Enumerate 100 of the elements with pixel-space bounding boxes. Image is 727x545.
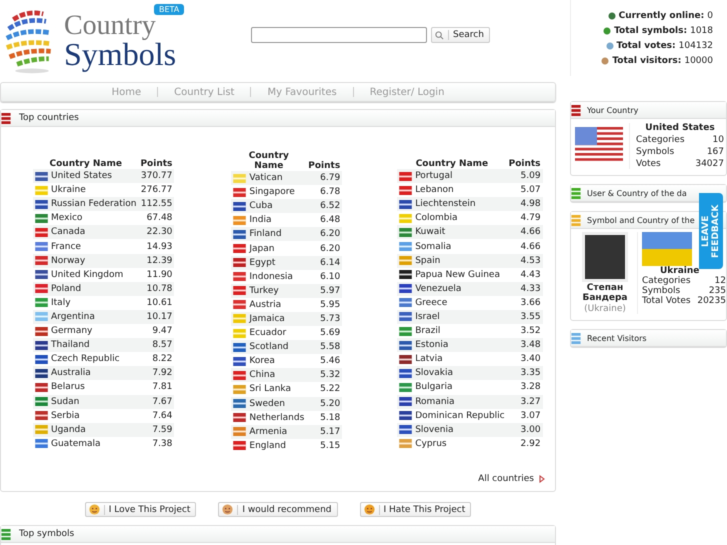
points-cell: 5.07 (506, 183, 543, 198)
stripes-icon (1, 112, 11, 124)
country-name: Scotland (249, 342, 289, 352)
points-cell: 22.30 (138, 225, 174, 240)
country-name: United States (51, 171, 112, 182)
country-name: India (249, 215, 272, 226)
country-name: Netherlands (249, 412, 304, 423)
action-button[interactable]: I Love This Project (84, 502, 196, 517)
points-cell: 7.92 (138, 366, 174, 380)
points-cell: 10.78 (138, 282, 174, 296)
points-cell: 4.66 (506, 225, 543, 240)
country-name: Estonia (415, 340, 448, 350)
smiley-icon (88, 504, 100, 515)
country-name: Japan (249, 244, 274, 254)
points-cell: 3.40 (506, 352, 543, 366)
country-name: Romania (415, 396, 455, 407)
points-cell: 3.55 (506, 310, 543, 324)
country-name: Australia (51, 368, 91, 378)
stat-value: 0 (707, 10, 713, 20)
country-name: Liechtenstein (415, 199, 476, 210)
points-cell: 4.98 (506, 197, 543, 212)
points-cell: 5.20 (306, 396, 342, 411)
stat-label: Votes (636, 159, 661, 169)
country-name: Slovenia (415, 424, 454, 435)
column-header: Points (139, 158, 174, 169)
points-cell-text: 6.20 (319, 242, 342, 256)
country-name: Ecuador (249, 328, 286, 338)
stat-label: Currently online: (618, 10, 704, 20)
country-name: Serbia (51, 410, 80, 421)
action-button[interactable]: I Hate This Project (360, 502, 472, 517)
country-name: Argentina (51, 312, 95, 322)
stripes-icon (571, 332, 581, 344)
stat-label: Symbols (636, 147, 674, 157)
stat-label: Total symbols: (614, 26, 688, 36)
search-field[interactable] (251, 27, 427, 43)
panel-title: Symbol and Country of the (587, 216, 695, 224)
country-name: Cyprus (415, 438, 447, 449)
country-name: Mexico (51, 213, 82, 224)
stat-label: Total visitors: (612, 56, 682, 66)
country-name: Bulgaria (415, 382, 453, 392)
country-name: Ukraine (659, 266, 700, 276)
stat-label: Total Votes (642, 296, 691, 306)
panel-title: Recent Visitors (587, 334, 647, 342)
panel-title: Top countries (19, 113, 79, 123)
country-name: Dominican Republic (415, 410, 505, 421)
country-name: Greece (415, 298, 448, 308)
country-name: Jamaica (249, 314, 285, 324)
country-name: Russian Federation (51, 199, 136, 210)
stat-label: Categories (642, 276, 691, 286)
search-button[interactable]: Search (431, 27, 490, 43)
column-header: Points (506, 151, 543, 169)
points-cell: 5.73 (306, 312, 342, 326)
points-cell: 5.95 (306, 298, 342, 312)
country-name: England (249, 440, 286, 451)
country-name: United Kingdom (51, 270, 124, 280)
country-name: Indonesia (249, 272, 293, 282)
points-cell: 5.69 (306, 326, 342, 340)
points-cell: 4.43 (506, 268, 543, 282)
action-button[interactable]: I would recommend (218, 502, 338, 517)
country-name: Sri Lanka (249, 384, 291, 394)
points-cell: 3.35 (506, 366, 543, 380)
points-cell: 8.57 (138, 338, 174, 352)
stat-value: 20235 (697, 296, 726, 306)
photo-placeholder (582, 232, 628, 282)
panel-title: Your Country (587, 106, 638, 114)
country-name: Uganda (51, 424, 86, 435)
stat-value: 10 (712, 135, 724, 145)
column-header: Points (307, 160, 342, 171)
points-cell: 9.47 (138, 324, 174, 338)
panel-title: Top symbols (19, 529, 74, 539)
smiley-icon (364, 504, 375, 515)
points-cell: 112.55 (138, 197, 174, 212)
arrow-icon (539, 475, 545, 483)
points-cell: 6.78 (306, 185, 342, 200)
all-countries-link[interactable]: All countries (478, 474, 534, 484)
beta-badge: BETA (154, 4, 184, 15)
country-name: Norway (51, 256, 86, 266)
country-name: Cuba (249, 201, 273, 212)
person-name: Степан Бандера (581, 283, 629, 303)
country-name: Poland (51, 284, 82, 294)
panel-title: User & Country of the da (587, 188, 687, 198)
points-cell: 6.20 (306, 227, 342, 242)
logo-title: Symbols (64, 39, 176, 70)
points-cell: 7.38 (138, 436, 174, 451)
points-cell: 8.22 (138, 352, 174, 366)
country-name: Slovakia (415, 368, 453, 378)
points-cell: 10.61 (138, 296, 174, 310)
points-cell-text: 7.81 (151, 381, 174, 394)
points-cell: 3.66 (506, 296, 543, 310)
stripes-icon (571, 188, 581, 198)
stripes-icon (571, 104, 581, 116)
country-name: Brazil (415, 326, 440, 336)
points-cell: 5.32 (306, 368, 342, 382)
stat-value: 1018 (690, 26, 713, 36)
search-icon (435, 30, 444, 40)
points-cell: 5.15 (306, 438, 342, 453)
country-name: France (51, 242, 81, 252)
country-name: Latvia (415, 354, 443, 364)
country-name: Papua New Guinea (415, 270, 500, 280)
points-cell: 3.00 (506, 422, 543, 437)
